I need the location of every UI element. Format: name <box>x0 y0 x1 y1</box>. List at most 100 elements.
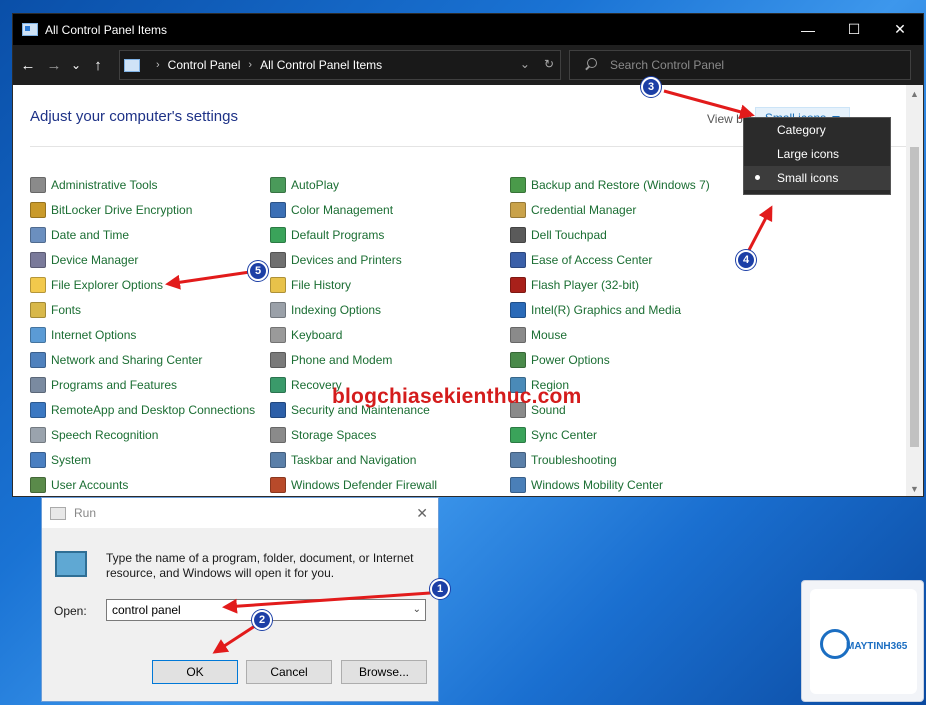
control-panel-item-label: Network and Sharing Center <box>51 352 203 367</box>
browse-button[interactable]: Browse... <box>341 660 427 684</box>
scrollbar-thumb[interactable] <box>910 147 919 447</box>
step-badge-4: 4 <box>736 250 756 270</box>
control-panel-item[interactable]: Internet Options <box>30 322 270 347</box>
close-icon[interactable]: ✕ <box>416 505 428 522</box>
admin-tools-icon <box>30 176 46 193</box>
step-badge-1: 1 <box>430 579 450 599</box>
menu-item-label: Large icons <box>777 147 840 161</box>
control-panel-item[interactable]: Flash Player (32-bit) <box>510 272 750 297</box>
control-panel-item-label: Storage Spaces <box>291 427 377 442</box>
control-panel-item-label: Sync Center <box>531 427 598 442</box>
scroll-down-icon[interactable]: ▼ <box>906 480 923 496</box>
control-panel-item[interactable]: File Explorer Options <box>30 272 270 297</box>
control-panel-item[interactable]: Keyboard <box>270 322 510 347</box>
scroll-up-icon[interactable]: ▲ <box>906 85 923 102</box>
vertical-scrollbar[interactable]: ▲ ▼ <box>906 85 923 496</box>
control-panel-item[interactable]: AutoPlay <box>270 172 510 197</box>
minimize-button[interactable]: — <box>785 14 831 45</box>
control-panel-item[interactable]: File History <box>270 272 510 297</box>
control-panel-item-label: Speech Recognition <box>51 427 159 442</box>
control-panel-item[interactable]: Credential Manager <box>510 197 750 222</box>
control-panel-item[interactable]: Indexing Options <box>270 297 510 322</box>
control-panel-item[interactable]: Backup and Restore (Windows 7) <box>510 172 750 197</box>
up-arrow-icon[interactable]: ↑ <box>87 50 109 80</box>
address-dropdown-icon[interactable]: ⌄ <box>520 57 530 71</box>
close-button[interactable]: ✕ <box>877 14 923 45</box>
control-panel-item-label: AutoPlay <box>291 177 340 192</box>
brand-inner: MAYTINH365 <box>810 589 917 694</box>
control-panel-item[interactable]: Speech Recognition <box>30 422 270 447</box>
refresh-icon[interactable]: ↻ <box>544 57 554 71</box>
menu-item-large-icons[interactable]: Large icons <box>744 142 890 166</box>
items-column-3: Backup and Restore (Windows 7) Credential… <box>510 172 750 496</box>
control-panel-item-label: User Accounts <box>51 477 129 492</box>
network-icon <box>30 351 46 368</box>
address-bar[interactable]: › Control Panel › All Control Panel Item… <box>119 50 561 80</box>
control-panel-item[interactable]: Intel(R) Graphics and Media <box>510 297 750 322</box>
chevron-down-icon[interactable]: ⌄ <box>413 604 421 615</box>
control-panel-item-label: Mouse <box>531 327 568 342</box>
back-arrow-icon[interactable]: ← <box>17 50 39 80</box>
fonts-icon <box>30 301 46 318</box>
recent-locations-icon[interactable]: ⌄ <box>69 50 83 80</box>
control-panel-item[interactable]: Administrative Tools <box>30 172 270 197</box>
touchpad-icon <box>510 226 526 243</box>
control-panel-item[interactable]: Power Options <box>510 347 750 372</box>
control-panel-item[interactable]: Sync Center <box>510 422 750 447</box>
control-panel-item-label: Power Options <box>531 352 610 367</box>
bitlocker-icon <box>30 201 46 218</box>
control-panel-item[interactable]: Windows Defender Firewall <box>270 472 510 496</box>
control-panel-item-label: Administrative Tools <box>51 177 158 192</box>
breadcrumb-all-items[interactable]: All Control Panel Items <box>260 58 382 72</box>
view-by-menu: Category Large icons Small icons <box>743 117 891 195</box>
search-icon <box>584 58 598 72</box>
indexing-icon <box>270 301 286 318</box>
control-panel-item[interactable]: Taskbar and Navigation <box>270 447 510 472</box>
control-panel-item[interactable]: User Accounts <box>30 472 270 496</box>
control-panel-item[interactable]: Devices and Printers <box>270 247 510 272</box>
user-accounts-icon <box>30 476 46 493</box>
power-icon <box>510 351 526 368</box>
control-panel-item[interactable]: Default Programs <box>270 222 510 247</box>
control-panel-item[interactable]: Troubleshooting <box>510 447 750 472</box>
forward-arrow-icon[interactable]: → <box>43 50 65 80</box>
control-panel-item-label: File Explorer Options <box>51 277 164 292</box>
maximize-button[interactable]: ☐ <box>831 14 877 45</box>
control-panel-item[interactable]: System <box>30 447 270 472</box>
control-panel-item[interactable]: Storage Spaces <box>270 422 510 447</box>
control-panel-item[interactable]: BitLocker Drive Encryption <box>30 197 270 222</box>
breadcrumb-control-panel[interactable]: Control Panel <box>168 58 241 72</box>
menu-item-category[interactable]: Category <box>744 118 890 142</box>
keyboard-icon <box>270 326 286 343</box>
control-panel-item[interactable]: Programs and Features <box>30 372 270 397</box>
items-column-2: AutoPlay Color Management Default Programs… <box>270 172 510 496</box>
title-bar[interactable]: All Control Panel Items — ☐ ✕ <box>13 14 923 45</box>
control-panel-item[interactable]: Windows Mobility Center <box>510 472 750 496</box>
control-panel-item[interactable]: Device Manager <box>30 247 270 272</box>
control-panel-item-label: Backup and Restore (Windows 7) <box>531 177 710 192</box>
control-panel-item-label: Phone and Modem <box>291 352 393 367</box>
control-panel-item[interactable]: Phone and Modem <box>270 347 510 372</box>
control-panel-item-label: Indexing Options <box>291 302 382 317</box>
control-panel-item[interactable]: RemoteApp and Desktop Connections <box>30 397 270 422</box>
device-manager-icon <box>30 251 46 268</box>
control-panel-item-label: Windows Mobility Center <box>531 477 664 492</box>
open-input-value: control panel <box>112 603 181 617</box>
file-history-icon <box>270 276 286 293</box>
backup-icon <box>510 176 526 193</box>
control-panel-item-label: Default Programs <box>291 227 385 242</box>
run-title-bar[interactable]: Run ✕ <box>42 498 438 528</box>
control-panel-item-label: Windows Defender Firewall <box>291 477 438 492</box>
control-panel-item[interactable]: Network and Sharing Center <box>30 347 270 372</box>
breadcrumb-separator-icon: › <box>156 59 160 71</box>
control-panel-item[interactable]: Date and Time <box>30 222 270 247</box>
control-panel-item[interactable]: Ease of Access Center <box>510 247 750 272</box>
control-panel-item[interactable]: Mouse <box>510 322 750 347</box>
control-panel-item[interactable]: Color Management <box>270 197 510 222</box>
ok-button[interactable]: OK <box>152 660 238 684</box>
control-panel-item[interactable]: Fonts <box>30 297 270 322</box>
cancel-button[interactable]: Cancel <box>246 660 332 684</box>
control-panel-item[interactable]: Dell Touchpad <box>510 222 750 247</box>
menu-item-small-icons[interactable]: Small icons <box>744 166 890 190</box>
search-box[interactable]: Search Control Panel <box>569 50 911 80</box>
